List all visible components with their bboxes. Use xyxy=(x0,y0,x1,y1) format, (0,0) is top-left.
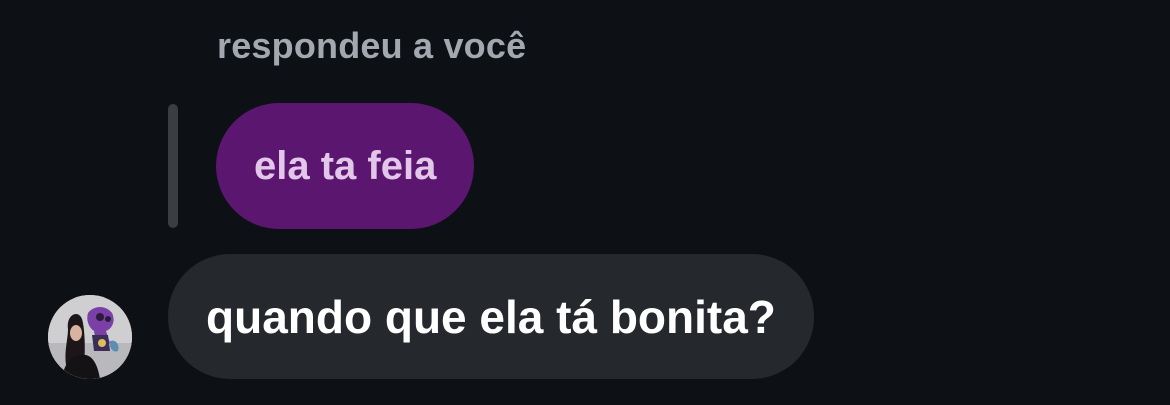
chat-thread: respondeu a você ela ta feia quando que … xyxy=(0,0,1170,405)
reply-indicator-bar xyxy=(168,104,178,228)
message-text: quando que ela tá bonita? xyxy=(206,290,776,343)
user-avatar-icon xyxy=(48,295,132,379)
reply-context-label: respondeu a você xyxy=(217,25,527,66)
quoted-message-bubble[interactable]: ela ta feia xyxy=(216,103,475,229)
sender-avatar[interactable] xyxy=(48,295,132,379)
quoted-message-text: ela ta feia xyxy=(254,143,437,188)
message-bubble[interactable]: quando que ela tá bonita? xyxy=(168,254,814,379)
